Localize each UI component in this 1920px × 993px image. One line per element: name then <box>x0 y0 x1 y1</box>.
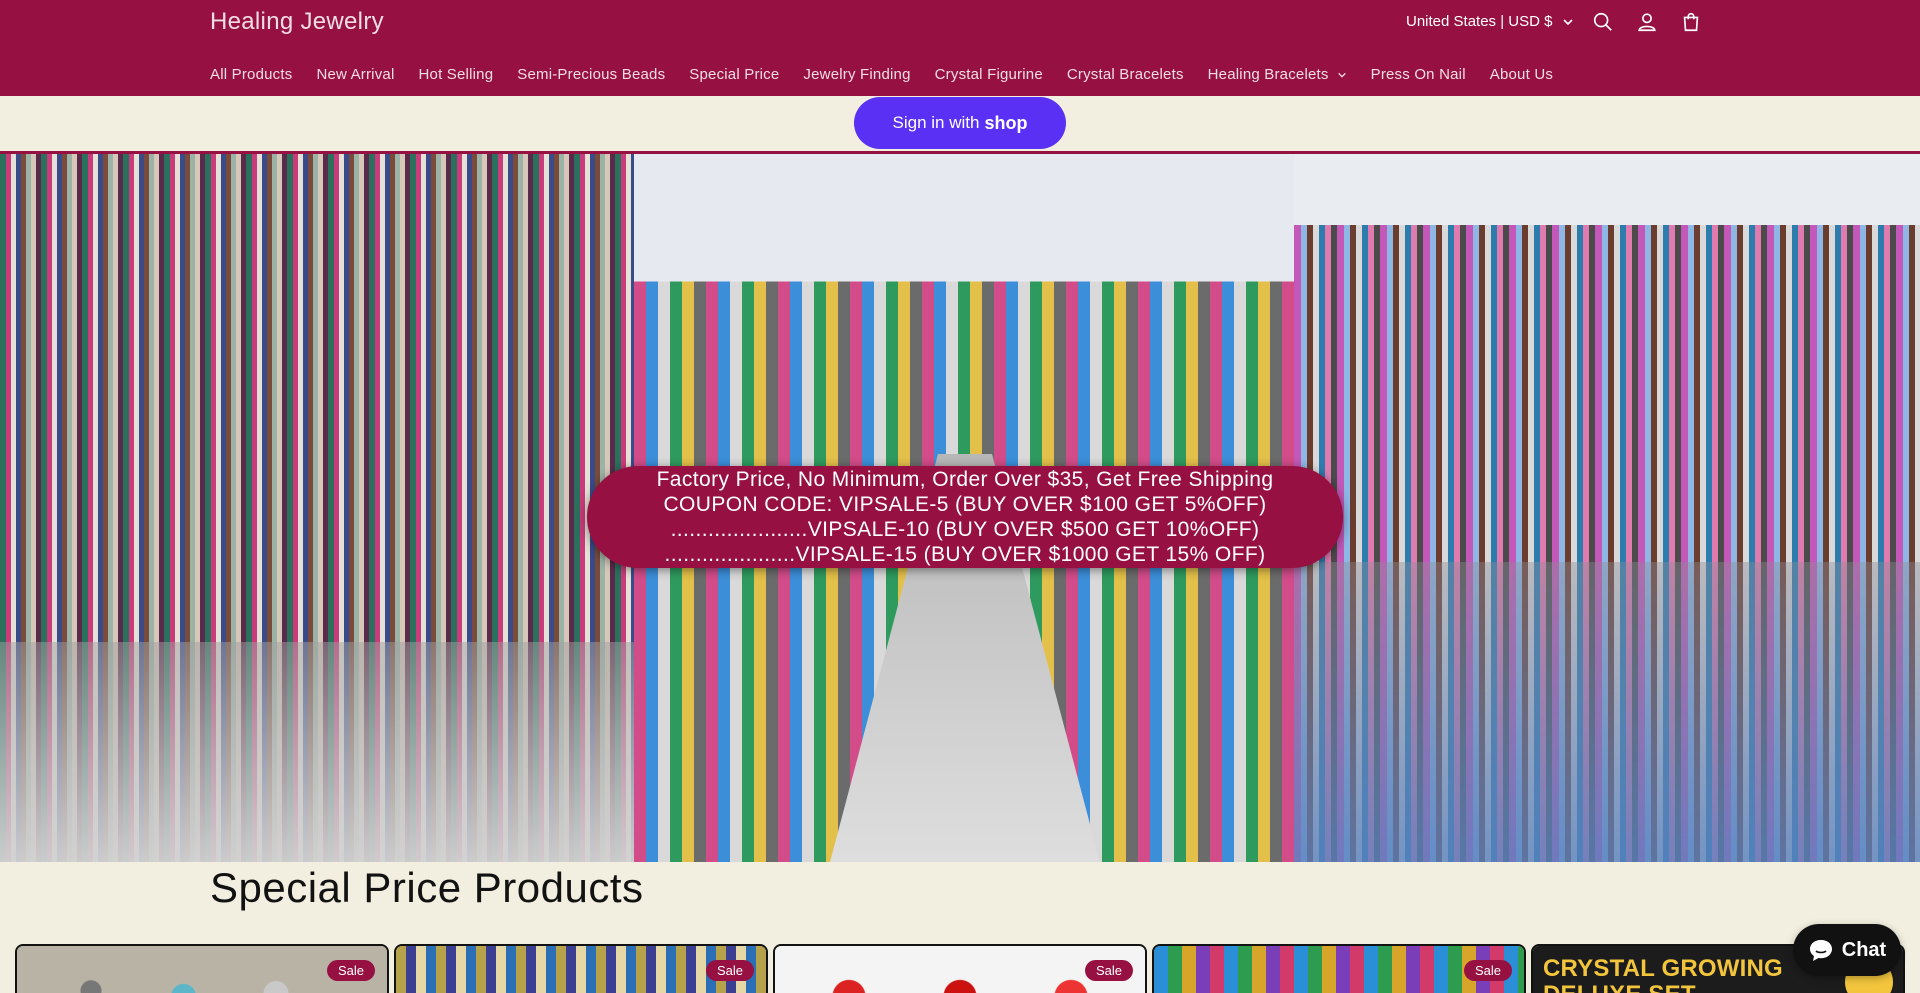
hero-photo-right-bags <box>1294 562 1920 862</box>
nav-item-new-arrival[interactable]: New Arrival <box>316 66 394 83</box>
sign-in-label: Sign in with <box>892 113 980 132</box>
nav-item-jewelry-finding[interactable]: Jewelry Finding <box>803 66 910 83</box>
shop-wordmark: shop <box>984 112 1028 133</box>
promo-line: ......................VIPSALE-10 (BUY OV… <box>670 518 1260 541</box>
nav-item-healing-bracelets[interactable]: Healing Bracelets <box>1208 66 1347 83</box>
nav-item-label: Special Price <box>689 66 780 83</box>
nav-item-label: All Products <box>210 66 293 83</box>
product-card[interactable]: Sale <box>15 944 389 993</box>
promo-line: Factory Price, No Minimum, Order Over $3… <box>656 468 1274 491</box>
section-title: Special Price Products <box>210 864 644 911</box>
nav-item-about-us[interactable]: About Us <box>1490 66 1553 83</box>
sale-badge: Sale <box>1463 960 1512 981</box>
product-card[interactable]: Sale <box>394 944 768 993</box>
sale-badge: Sale <box>1084 960 1133 981</box>
product-card[interactable]: Sale <box>1152 944 1526 993</box>
chat-label: Chat <box>1841 938 1887 961</box>
nav-item-label: New Arrival <box>316 66 395 83</box>
nav-item-label: Crystal Figurine <box>934 66 1043 83</box>
country-currency-label: United States | USD $ <box>1406 13 1553 30</box>
nav-item-press-on-nail[interactable]: Press On Nail <box>1371 66 1466 83</box>
product-card[interactable]: Sale <box>773 944 1147 993</box>
chevron-down-icon <box>1563 18 1574 25</box>
nav-item-label: Jewelry Finding <box>803 66 911 83</box>
chat-bubble-icon <box>1809 940 1832 961</box>
nav-item-label: Semi-Precious Beads <box>517 66 666 83</box>
signin-bar: Sign in with shop <box>0 96 1920 152</box>
nav-item-label: About Us <box>1489 66 1554 83</box>
promo-line: COUPON CODE: VIPSALE-5 (BUY OVER $100 GE… <box>663 493 1267 516</box>
nav-item-label: Hot Selling <box>418 66 494 83</box>
cart-icon[interactable] <box>1678 9 1704 35</box>
site-logo[interactable]: Healing Jewelry <box>210 8 384 36</box>
promo-coupon-banner: Factory Price, No Minimum, Order Over $3… <box>587 466 1343 568</box>
nav-item-crystal-figurine[interactable]: Crystal Figurine <box>935 66 1043 83</box>
sign-in-with-shop-button[interactable]: Sign in with shop <box>854 97 1066 149</box>
nav-item-label: Healing Bracelets <box>1207 66 1329 83</box>
promo-line: .....................VIPSALE-15 (BUY OVE… <box>664 543 1266 566</box>
hero-photo-left-shelves <box>0 642 634 862</box>
nav-item-crystal-bracelets[interactable]: Crystal Bracelets <box>1067 66 1184 83</box>
site-header: Healing Jewelry United States | USD $ Al… <box>0 0 1920 96</box>
sale-badge: Sale <box>326 960 375 981</box>
nav-item-label: Crystal Bracelets <box>1066 66 1184 83</box>
chat-button[interactable]: Chat <box>1793 924 1901 976</box>
nav-item-semi-precious-beads[interactable]: Semi-Precious Beads <box>517 66 665 83</box>
country-currency-selector[interactable]: United States | USD $ <box>1406 13 1574 30</box>
nav-item-label: Press On Nail <box>1370 66 1466 83</box>
main-nav: All Products New Arrival Hot Selling Sem… <box>210 66 1577 83</box>
nav-item-special-price[interactable]: Special Price <box>689 66 779 83</box>
sale-badge: Sale <box>705 960 754 981</box>
nav-item-hot-selling[interactable]: Hot Selling <box>419 66 494 83</box>
search-icon[interactable] <box>1590 9 1616 35</box>
chevron-down-icon <box>1337 72 1346 78</box>
nav-item-all-products[interactable]: All Products <box>210 66 292 83</box>
account-icon[interactable] <box>1634 9 1660 35</box>
